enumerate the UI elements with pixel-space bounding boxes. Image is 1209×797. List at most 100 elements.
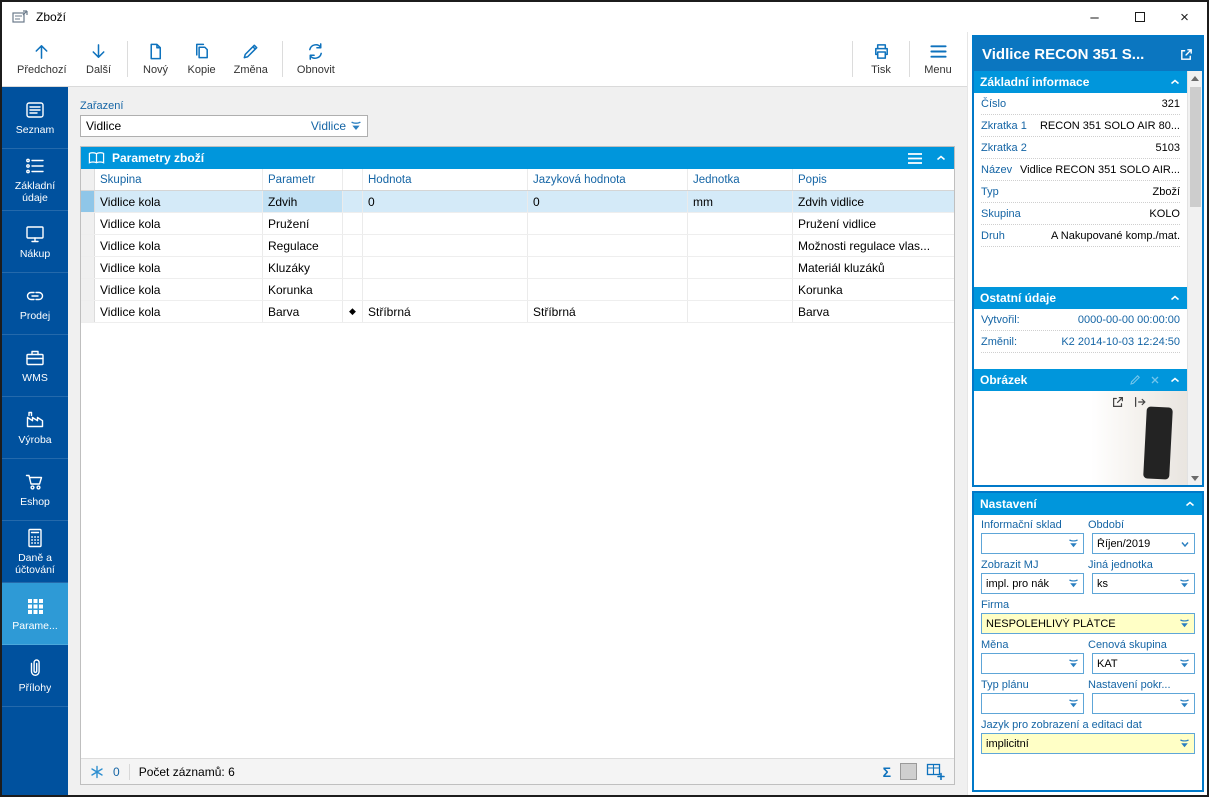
sidebar-item-prodej[interactable]: Prodej	[2, 273, 68, 335]
factory-icon	[26, 411, 44, 427]
field-row[interactable]: Číslo 321	[981, 93, 1180, 115]
next-label: Další	[86, 64, 112, 76]
scroll-down-button[interactable]	[1188, 471, 1202, 485]
color-indicator[interactable]	[900, 763, 917, 780]
sidebar-item-prilohy[interactable]: Přílohy	[2, 645, 68, 707]
field-row[interactable]: Skupina KOLO	[981, 203, 1180, 225]
zarazeni-combobox[interactable]: Vidlice Vidlice	[80, 115, 368, 137]
column-header-jazykova-hodnota[interactable]: Jazyková hodnota	[528, 169, 688, 190]
cell-hodnota: Stříbrná	[363, 301, 528, 322]
column-header-popis[interactable]: Popis	[793, 169, 954, 190]
cell-jazykova: 0	[528, 191, 688, 212]
field-row[interactable]: Typ Zboží	[981, 181, 1180, 203]
sidebar-item-parametry[interactable]: Parame...	[2, 583, 68, 645]
collapse-icon[interactable]	[1169, 292, 1181, 304]
sidebar-item-eshop[interactable]: Eshop	[2, 459, 68, 521]
collapse-icon[interactable]	[1169, 76, 1181, 88]
column-header-marker[interactable]	[343, 169, 363, 190]
previous-button[interactable]: Předchozí	[8, 34, 76, 84]
column-header-skupina[interactable]: Skupina	[95, 169, 263, 190]
table-row[interactable]: Vidlice kola Kluzáky Materiál kluzáků	[81, 257, 954, 279]
copy-button[interactable]: Kopie	[179, 34, 225, 84]
typ-planu-combobox[interactable]	[981, 693, 1084, 714]
cell-jednotka	[688, 279, 793, 300]
diamond-marker: ◆	[343, 301, 363, 322]
nastaveni-pokr-combobox[interactable]	[1092, 693, 1195, 714]
scroll-up-button[interactable]	[1188, 71, 1202, 85]
app-icon	[12, 10, 28, 24]
sidebar-item-seznam[interactable]: Seznam	[2, 87, 68, 149]
cell-skupina: Vidlice kola	[95, 191, 263, 212]
table-settings-icon[interactable]	[926, 763, 945, 780]
edit-button[interactable]: Změna	[225, 34, 277, 84]
new-button[interactable]: Nový	[133, 34, 179, 84]
window-title: Zboží	[36, 10, 67, 24]
menu-button[interactable]: Menu	[915, 34, 961, 84]
collapse-icon[interactable]	[1184, 498, 1196, 510]
field-row[interactable]: Zkratka 2 5103	[981, 137, 1180, 159]
cart-icon	[25, 474, 43, 490]
firma-label: Firma	[981, 599, 1010, 611]
table-row[interactable]: Vidlice kola Barva ◆ Stříbrná Stříbrná B…	[81, 301, 954, 323]
field-row[interactable]: Změnil: K2 2014-10-03 12:24:50	[981, 331, 1180, 353]
field-row[interactable]: Název Vidlice RECON 351 SOLO AIR...	[981, 159, 1180, 181]
sidebar-item-dane-a-uctovani[interactable]: Daně a účtování	[2, 521, 68, 583]
close-button[interactable]: ×	[1162, 2, 1207, 32]
field-row[interactable]: Zkratka 1 RECON 351 SOLO AIR 80...	[981, 115, 1180, 137]
firma-combobox[interactable]: NESPOLEHLIVÝ PLÁTCE	[981, 613, 1195, 634]
cell-skupina: Vidlice kola	[95, 279, 263, 300]
sidebar-item-zakladni-udaje[interactable]: Základní údaje	[2, 149, 68, 211]
sidebar-item-nakup[interactable]: Nákup	[2, 211, 68, 273]
zarazeni-value: Vidlice	[86, 119, 122, 133]
cell-jednotka	[688, 301, 793, 322]
sidebar-item-vyroba[interactable]: Výroba	[2, 397, 68, 459]
row-selector	[81, 191, 95, 212]
minimize-button[interactable]: –	[1072, 2, 1117, 32]
table-row[interactable]: Vidlice kola Zdvih 0 0 mm Zdvih vidlice	[81, 191, 954, 213]
column-header-jednotka[interactable]: Jednotka	[688, 169, 793, 190]
column-header-parametr[interactable]: Parametr	[263, 169, 343, 190]
zobrazit-mj-label: Zobrazit MJ	[981, 559, 1039, 571]
remove-image-icon[interactable]	[1149, 374, 1161, 386]
panel-menu-icon[interactable]	[907, 152, 923, 165]
detail-top-box: Vidlice RECON 351 S... Základní informac…	[972, 35, 1204, 487]
fit-width-icon[interactable]	[1133, 395, 1147, 409]
nastaveni-pokr-label: Nastavení pokr...	[1088, 679, 1171, 691]
jina-jednotka-combobox[interactable]: ks	[1092, 573, 1195, 594]
maximize-button[interactable]	[1117, 2, 1162, 32]
cell-parametr: Regulace	[263, 235, 343, 256]
open-record-icon[interactable]	[1179, 47, 1194, 62]
cell-jazykova	[528, 257, 688, 278]
sidebar-item-wms[interactable]: WMS	[2, 335, 68, 397]
field-row[interactable]: Vytvořil: 0000-00-00 00:00:00	[981, 309, 1180, 331]
jazyk-combobox[interactable]: implicitní	[981, 733, 1195, 754]
combo-value: implicitní	[986, 737, 1029, 750]
table-row[interactable]: Vidlice kola Regulace Možnosti regulace …	[81, 235, 954, 257]
edit-image-icon[interactable]	[1129, 374, 1141, 386]
arrow-up-icon	[35, 45, 48, 59]
cenova-skupina-combobox[interactable]: KAT	[1092, 653, 1195, 674]
scroll-thumb[interactable]	[1189, 87, 1201, 207]
collapse-icon[interactable]	[1169, 374, 1181, 386]
open-image-icon[interactable]	[1111, 395, 1125, 409]
next-button[interactable]: Další	[76, 34, 122, 84]
zobrazit-mj-combobox[interactable]: impl. pro nák	[981, 573, 1084, 594]
field-row[interactable]: Druh A Nakupované komp./mat.	[981, 225, 1180, 247]
table-row[interactable]: Vidlice kola Pružení Pružení vidlice	[81, 213, 954, 235]
collapse-icon[interactable]	[935, 152, 947, 164]
column-header-hodnota[interactable]: Hodnota	[363, 169, 528, 190]
zarazeni-link[interactable]: Vidlice	[311, 119, 362, 133]
refresh-button[interactable]: Obnovit	[288, 34, 344, 84]
print-button[interactable]: Tisk	[858, 34, 904, 84]
obdobi-combobox[interactable]: Říjen/2019	[1092, 533, 1195, 554]
sum-icon[interactable]: Σ	[883, 764, 891, 780]
informacni-sklad-combobox[interactable]	[981, 533, 1084, 554]
table-row[interactable]: Vidlice kola Korunka Korunka	[81, 279, 954, 301]
chevron-down-icon	[1181, 541, 1189, 547]
image-preview[interactable]	[974, 391, 1187, 485]
detail-scrollbar[interactable]	[1187, 71, 1202, 485]
sidebar-item-label: WMS	[22, 372, 48, 384]
mena-combobox[interactable]	[981, 653, 1084, 674]
combo-value: NESPOLEHLIVÝ PLÁTCE	[986, 617, 1116, 630]
section-header-obrazek: Obrázek	[974, 369, 1187, 391]
